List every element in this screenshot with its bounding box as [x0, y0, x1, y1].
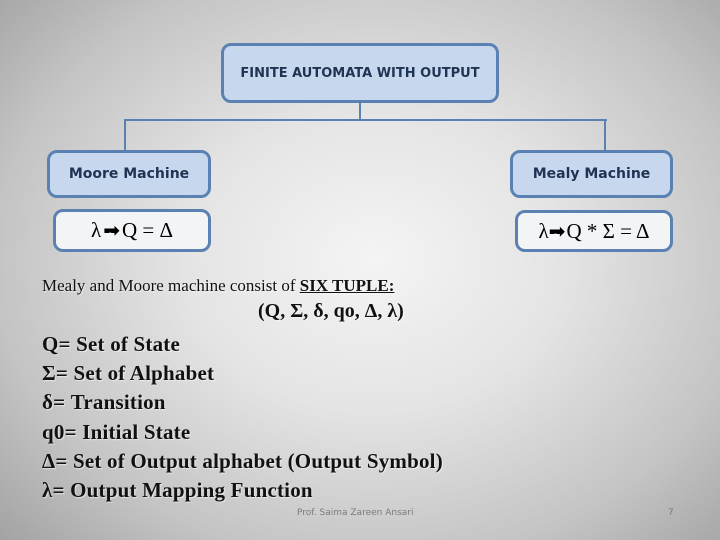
- tuple-expression: (Q, Σ, δ, qo, Δ, λ): [258, 300, 404, 322]
- mealy-formula-box: λ ➡ 0 Q * Σ = Δ: [515, 210, 673, 252]
- moore-formula-box: λ ➡ 0 Q = Δ: [53, 209, 211, 252]
- mealy-machine-label: Mealy Machine: [532, 166, 651, 182]
- definition-item: Δ= Set of Output alphabet (Output Symbol…: [42, 448, 443, 473]
- arrow-subscript: 0: [107, 232, 113, 242]
- connector-mealy-vertical: [604, 119, 606, 151]
- definition-item: λ= Output Mapping Function: [42, 478, 313, 503]
- mealy-formula-lambda: λ: [538, 218, 549, 243]
- right-arrow-icon: ➡ 0: [549, 219, 566, 244]
- mealy-machine-node: Mealy Machine: [510, 150, 673, 198]
- connector-horizontal: [124, 119, 607, 121]
- connector-moore-vertical: [124, 119, 126, 151]
- definitions-list: Q= Set of State Σ= Set of Alphabet δ= Tr…: [42, 330, 443, 505]
- definition-item: Σ= Set of Alphabet: [42, 361, 215, 386]
- moore-formula-rhs: Q = Δ: [121, 218, 173, 242]
- moore-machine-node: Moore Machine: [47, 150, 211, 198]
- root-node-finite-automata: FINITE AUTOMATA WITH OUTPUT: [221, 43, 499, 103]
- six-tuple-emphasis: SIX TUPLE:: [299, 276, 395, 295]
- intro-text: Mealy and Moore machine consist of: [42, 276, 300, 295]
- moore-formula-lambda: λ: [91, 218, 102, 242]
- root-node-label: FINITE AUTOMATA WITH OUTPUT: [240, 65, 480, 81]
- right-arrow-icon: ➡ 0: [103, 218, 120, 243]
- tuple-intro-text: Mealy and Moore machine consist of SIX T…: [42, 276, 394, 296]
- moore-machine-label: Moore Machine: [68, 166, 190, 182]
- footer-author: Prof. Saima Zareen Ansari: [297, 508, 414, 518]
- definition-item: δ= Transition: [42, 390, 166, 415]
- definition-item: q0= Initial State: [42, 419, 191, 444]
- definition-item: Q= Set of State: [42, 332, 181, 356]
- arrow-subscript: 0: [552, 232, 559, 243]
- slide-number: 7: [668, 508, 674, 518]
- mealy-formula-rhs: Q * Σ = Δ: [566, 218, 650, 243]
